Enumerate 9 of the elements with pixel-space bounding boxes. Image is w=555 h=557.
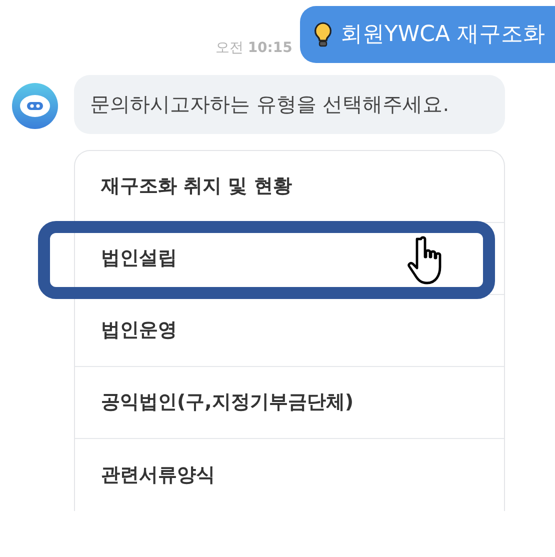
light-bulb-icon: [314, 22, 332, 48]
robot-avatar-icon: [12, 83, 58, 129]
user-message-text: 회원YWCA 재구조화: [340, 21, 545, 49]
bot-message-bubble: 문의하시고자하는 유형을 선택해주세요.: [74, 75, 505, 134]
option-item[interactable]: 법인운영: [75, 295, 504, 367]
option-item[interactable]: 관련서류양식: [75, 439, 504, 511]
option-item[interactable]: 재구조화 취지 및 현황: [75, 151, 504, 223]
message-time: 오전 10:15: [215, 39, 292, 58]
option-item[interactable]: 공익법인(구,지정기부금단체): [75, 367, 504, 439]
